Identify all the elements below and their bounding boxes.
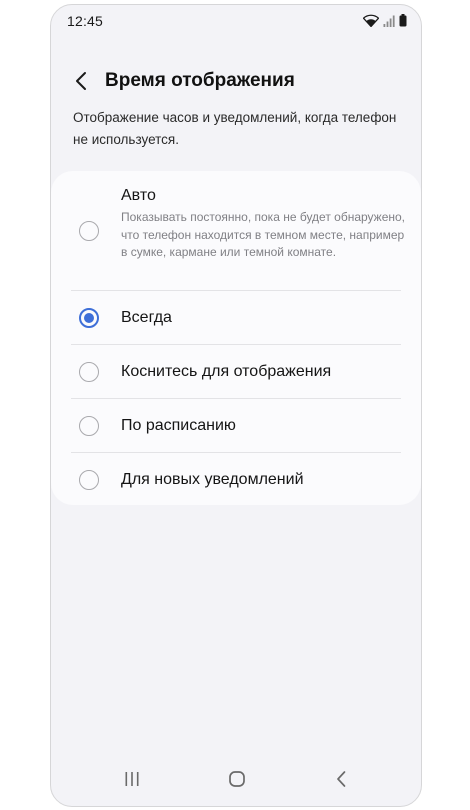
page-title: Время отображения xyxy=(105,70,295,91)
back-button[interactable] xyxy=(67,67,95,95)
option-schedule[interactable]: По расписанию xyxy=(51,399,421,453)
option-new-notifications[interactable]: Для новых уведомлений xyxy=(51,453,421,505)
option-label: По расписанию xyxy=(121,417,236,434)
status-bar: 12:45 xyxy=(51,5,421,39)
signal-icon xyxy=(383,15,395,27)
options-card: Авто Показывать постоянно, пока не будет… xyxy=(51,171,421,505)
status-icons xyxy=(363,14,407,27)
home-icon xyxy=(229,771,245,787)
battery-icon xyxy=(399,14,407,27)
option-tap-to-show[interactable]: Коснитесь для отображения xyxy=(51,345,421,399)
screen-description: Отображение часов и уведомлений, когда т… xyxy=(73,110,397,147)
option-label: Коснитесь для отображения xyxy=(121,363,332,380)
radio-auto[interactable] xyxy=(79,221,99,241)
option-label: Авто xyxy=(121,187,156,204)
app-header: Время отображения xyxy=(51,59,421,103)
recent-apps-button[interactable] xyxy=(117,766,147,792)
recent-apps-icon xyxy=(125,772,139,786)
radio-always[interactable] xyxy=(79,308,99,328)
option-auto[interactable]: Авто Показывать постоянно, пока не будет… xyxy=(51,171,421,289)
home-button[interactable] xyxy=(222,766,252,792)
status-time: 12:45 xyxy=(67,13,104,29)
navigation-bar xyxy=(51,754,421,806)
option-sublabel: Показывать постоянно, пока не будет обна… xyxy=(121,210,406,259)
chevron-left-icon xyxy=(76,72,86,90)
back-nav-icon xyxy=(337,771,346,787)
phone-screen: 12:45 Время отображения Отображение часо… xyxy=(50,4,422,807)
radio-new-notifications[interactable] xyxy=(79,470,99,490)
radio-schedule[interactable] xyxy=(79,416,99,436)
option-label: Для новых уведомлений xyxy=(121,471,304,488)
option-always[interactable]: Всегда xyxy=(51,291,421,345)
back-nav-button[interactable] xyxy=(326,766,356,792)
radio-tap-to-show[interactable] xyxy=(79,362,99,382)
wifi-icon xyxy=(363,14,379,27)
option-label: Всегда xyxy=(121,309,172,326)
